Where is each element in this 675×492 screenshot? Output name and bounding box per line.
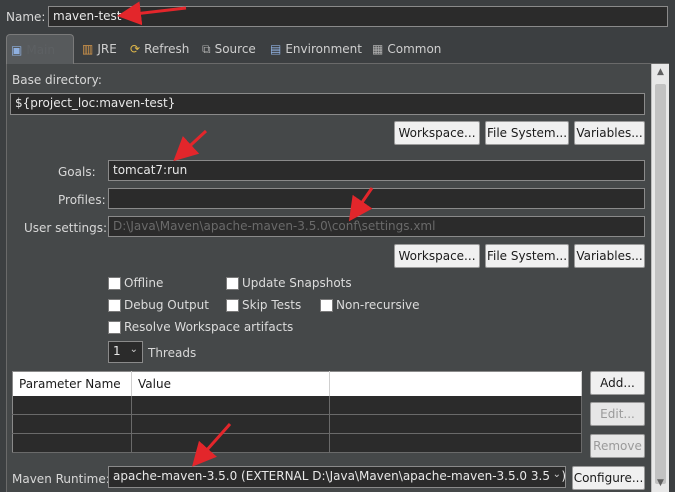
parameters-table[interactable]: Parameter Name Value: [12, 371, 582, 453]
scroll-down-icon[interactable]: ▼: [652, 475, 669, 492]
profiles-input[interactable]: [108, 188, 645, 209]
chevron-down-icon: ⌄: [549, 469, 561, 480]
debug-output-checkbox[interactable]: [108, 299, 121, 312]
resolve-workspace-label: Resolve Workspace artifacts: [124, 320, 294, 334]
goals-label: Goals:: [58, 165, 96, 179]
base-directory-label: Base directory:: [12, 73, 102, 87]
resolve-workspace-checkbox[interactable]: [108, 321, 121, 334]
tab-jre[interactable]: ▥ JRE: [78, 34, 121, 64]
threads-label: Threads: [148, 346, 197, 360]
maven-runtime-label: Maven Runtime:: [12, 472, 110, 486]
base-workspace-button[interactable]: Workspace...: [394, 121, 480, 145]
jre-icon: ▥: [82, 42, 94, 56]
name-label: Name:: [6, 10, 46, 24]
remove-parameter-button[interactable]: Remove: [590, 434, 645, 458]
non-recursive-label: Non-recursive: [336, 298, 420, 312]
column-header-empty: [329, 371, 582, 396]
source-icon: ⧉: [202, 41, 211, 56]
add-parameter-button[interactable]: Add...: [590, 371, 645, 395]
scroll-up-icon[interactable]: ▲: [652, 64, 669, 81]
goals-input[interactable]: tomcat7:run: [108, 160, 645, 181]
non-recursive-checkbox[interactable]: [320, 299, 333, 312]
edit-parameter-button[interactable]: Edit...: [590, 402, 645, 426]
debug-output-label: Debug Output: [124, 298, 209, 312]
user-settings-input[interactable]: D:\Java\Maven\apache-maven-3.5.0\conf\se…: [108, 216, 645, 237]
update-snapshots-checkbox[interactable]: [226, 277, 239, 290]
update-snapshots-label: Update Snapshots: [242, 276, 352, 290]
settings-file-system-button[interactable]: File System...: [485, 244, 569, 268]
base-file-system-button[interactable]: File System...: [485, 121, 569, 145]
column-header-value[interactable]: Value: [131, 371, 330, 396]
environment-icon: ▤: [270, 42, 282, 56]
scrollbar-thumb[interactable]: [655, 84, 666, 484]
chevron-down-icon: ⌄: [129, 344, 138, 355]
table-row[interactable]: [12, 395, 582, 415]
tab-environment[interactable]: ▤ Environment: [266, 34, 366, 64]
threads-select[interactable]: 1 ⌄: [108, 341, 143, 363]
maven-runtime-select[interactable]: apache-maven-3.5.0 (EXTERNAL D:\Java\Mav…: [108, 466, 566, 488]
vertical-scrollbar[interactable]: ▲ ▼: [651, 64, 669, 492]
tab-source[interactable]: ⧉ Source: [198, 34, 260, 64]
base-variables-button[interactable]: Variables...: [574, 121, 645, 145]
tab-bar: ▣ Main ▥ JRE ⟳ Refresh ⧉ Source ▤ Enviro…: [6, 34, 669, 64]
name-input[interactable]: maven-test: [48, 6, 668, 27]
common-icon: ▦: [372, 42, 384, 56]
tab-main[interactable]: ▣ Main: [6, 34, 74, 64]
skip-tests-label: Skip Tests: [242, 298, 302, 312]
refresh-icon: ⟳: [130, 42, 141, 56]
table-row[interactable]: [12, 433, 582, 453]
user-settings-label: User settings:: [24, 221, 108, 235]
settings-workspace-button[interactable]: Workspace...: [394, 244, 480, 268]
tab-refresh[interactable]: ⟳ Refresh: [126, 34, 193, 64]
base-directory-input[interactable]: ${project_loc:maven-test}: [10, 93, 645, 115]
settings-variables-button[interactable]: Variables...: [574, 244, 645, 268]
configure-button[interactable]: Configure...: [572, 466, 645, 490]
column-header-parameter-name[interactable]: Parameter Name: [12, 371, 132, 396]
offline-checkbox[interactable]: [108, 277, 121, 290]
skip-tests-checkbox[interactable]: [226, 299, 239, 312]
profiles-label: Profiles:: [58, 193, 106, 207]
table-row[interactable]: [12, 414, 582, 434]
offline-label: Offline: [124, 276, 164, 290]
main-tab-icon: ▣: [11, 42, 23, 57]
tab-common[interactable]: ▦ Common: [368, 34, 445, 64]
